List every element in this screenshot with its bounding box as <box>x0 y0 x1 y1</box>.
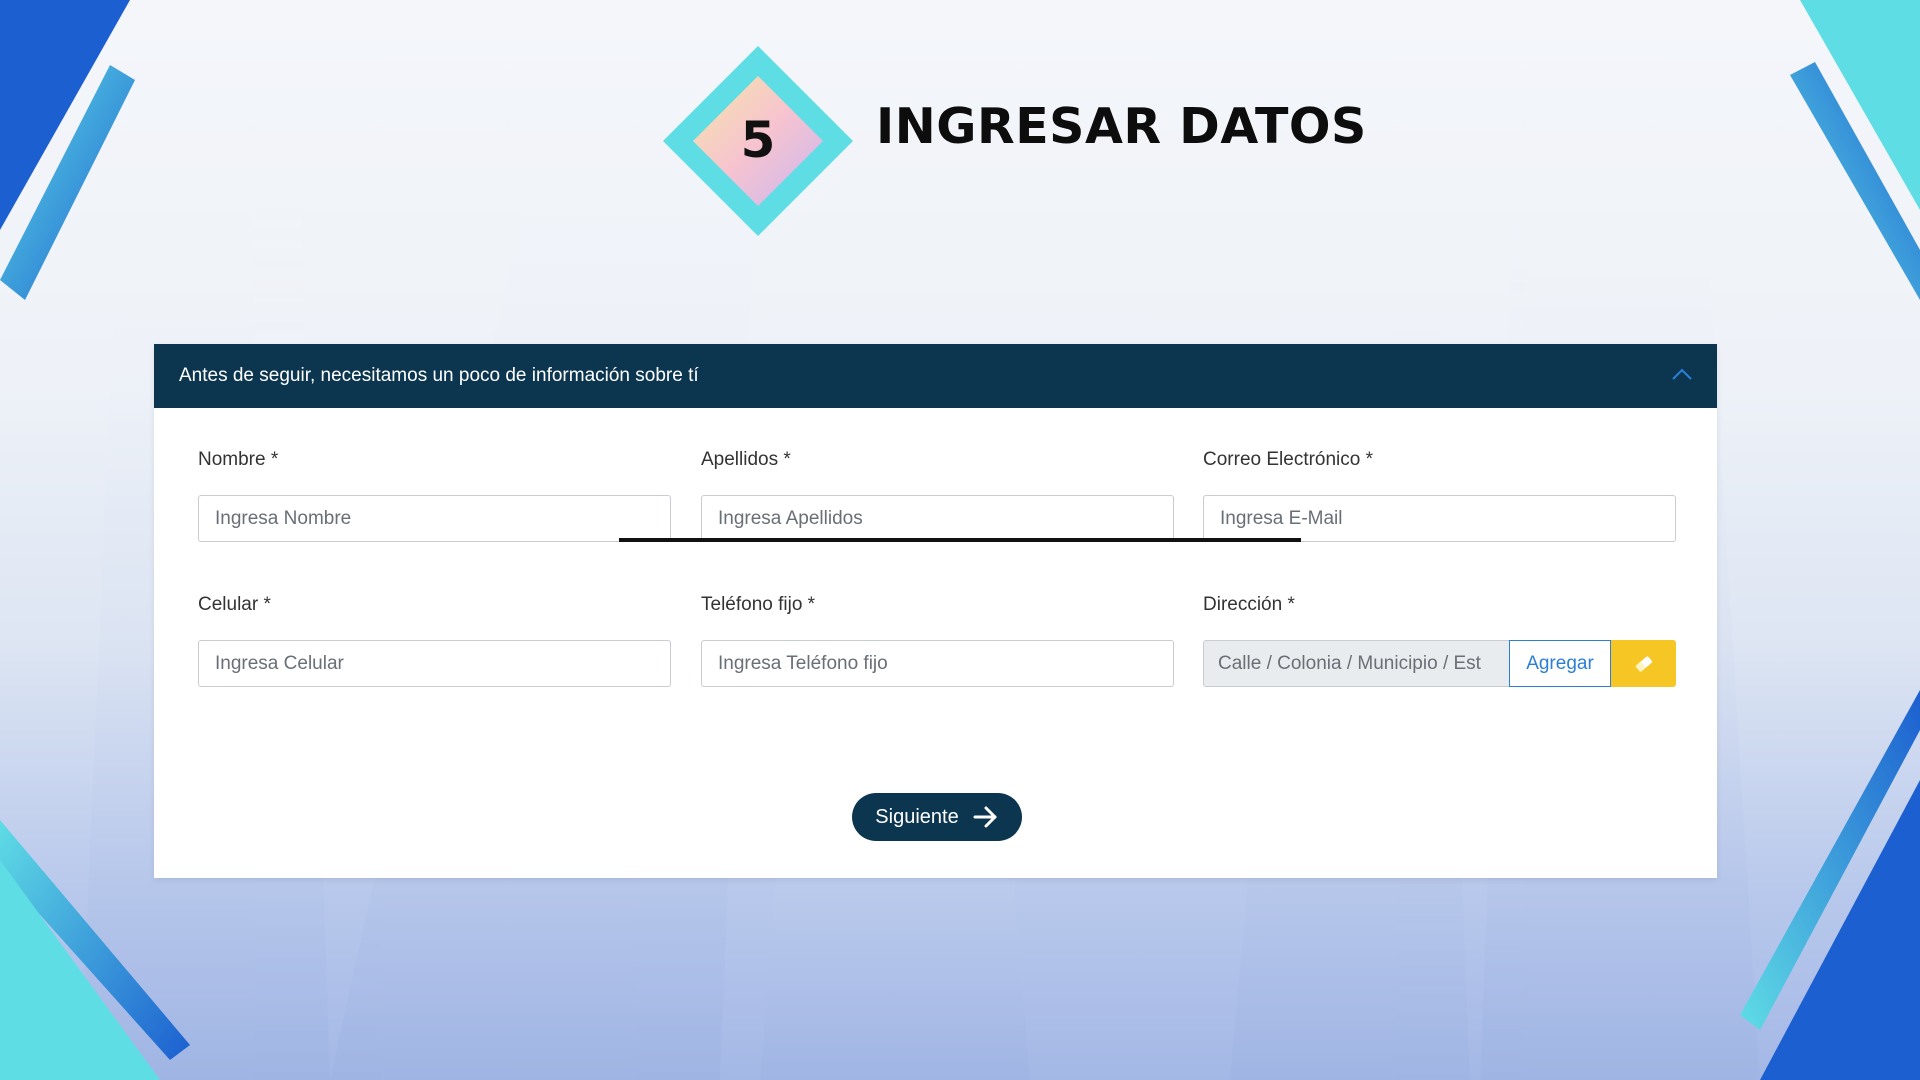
apellidos-input[interactable] <box>701 495 1174 542</box>
next-button-label: Siguiente <box>875 805 959 828</box>
email-input[interactable] <box>1203 495 1676 542</box>
celular-input[interactable] <box>198 640 671 687</box>
slide-title: INGRESAR DATOS <box>876 98 1367 155</box>
nombre-label: Nombre * <box>198 449 279 470</box>
correo-label: Correo Electrónico * <box>1203 449 1374 470</box>
arrow-right-icon <box>973 806 997 828</box>
celular-label: Celular * <box>198 594 271 615</box>
address-input-group: Agregar <box>1203 640 1676 687</box>
apellidos-label: Apellidos * <box>701 449 791 470</box>
field-telefono: Teléfono fijo * <box>701 592 1174 687</box>
add-address-button[interactable]: Agregar <box>1509 640 1611 687</box>
step-number: 5 <box>740 111 776 169</box>
nombre-input[interactable] <box>198 495 671 542</box>
direccion-label: Dirección * <box>1203 594 1295 615</box>
field-correo: Correo Electrónico * <box>1203 447 1676 542</box>
field-celular: Celular * <box>198 592 671 687</box>
field-direccion: Dirección * Agregar <box>1203 592 1676 687</box>
eraser-icon <box>1635 655 1652 672</box>
chevron-up-icon[interactable] <box>1671 367 1693 381</box>
telefono-input[interactable] <box>701 640 1174 687</box>
form-header-text: Antes de seguir, necesitamos un poco de … <box>179 365 699 386</box>
decorative-underline <box>619 538 1301 542</box>
telefono-label: Teléfono fijo * <box>701 594 816 615</box>
next-button[interactable]: Siguiente <box>852 793 1022 841</box>
form-header[interactable]: Antes de seguir, necesitamos un poco de … <box>154 344 1717 408</box>
clear-address-button[interactable] <box>1611 640 1676 687</box>
field-nombre: Nombre * <box>198 447 671 542</box>
info-form-card: Antes de seguir, necesitamos un poco de … <box>154 344 1717 878</box>
address-input[interactable] <box>1203 640 1509 687</box>
field-apellidos: Apellidos * <box>701 447 1174 542</box>
